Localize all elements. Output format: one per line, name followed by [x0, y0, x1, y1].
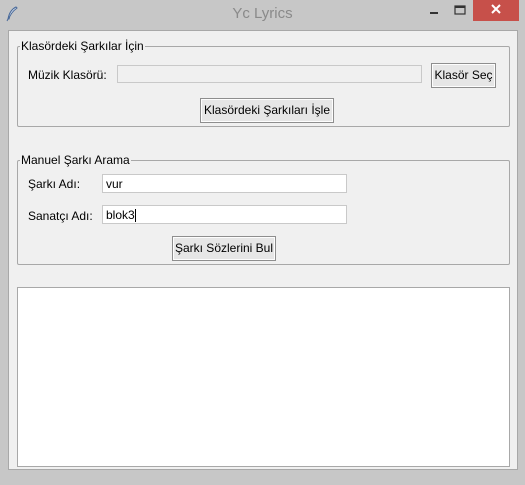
manual-group-legend: Manuel Şarkı Arama [21, 153, 130, 167]
folder-path-field[interactable] [117, 65, 422, 83]
artist-label: Sanatçı Adı: [28, 209, 93, 223]
client-area: Klasördeki Şarkılar İçin Müzik Klasörü: … [8, 30, 518, 470]
artist-name-input[interactable]: blok3 [102, 205, 347, 224]
folder-label: Müzik Klasörü: [28, 68, 107, 82]
find-lyrics-button[interactable]: Şarkı Sözlerini Bul [172, 236, 276, 261]
process-folder-button[interactable]: Klasördeki Şarkıları İşle [200, 98, 334, 123]
song-name-input[interactable]: vur [102, 174, 347, 193]
maximize-icon [454, 2, 466, 20]
lyrics-output-area[interactable] [17, 287, 510, 467]
minimize-button[interactable] [421, 0, 447, 21]
folder-group-legend: Klasördeki Şarkılar İçin [21, 39, 144, 53]
song-label: Şarkı Adı: [28, 177, 81, 191]
title-bar[interactable]: Yc Lyrics [0, 0, 525, 30]
app-window: Yc Lyrics Klasördeki Şarkılar İçin Müzik… [0, 0, 525, 485]
maximize-button[interactable] [447, 0, 473, 21]
close-icon [490, 2, 502, 20]
close-button[interactable] [473, 0, 519, 21]
browse-folder-button[interactable]: Klasör Seç [431, 63, 496, 88]
minimize-icon [429, 2, 439, 20]
text-cursor [134, 209, 136, 223]
